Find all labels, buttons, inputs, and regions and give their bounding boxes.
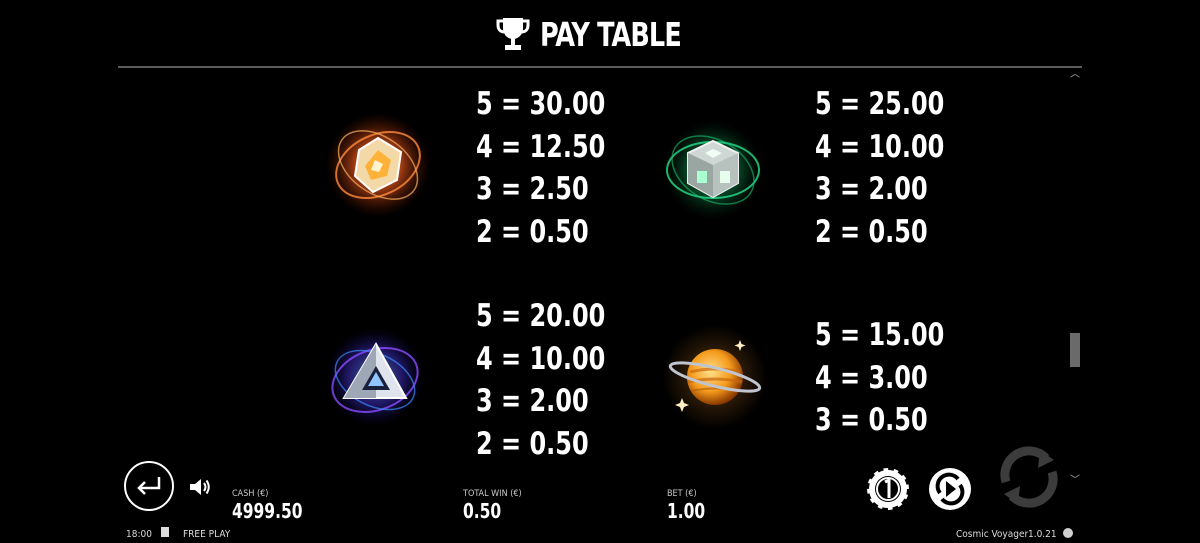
return-arrow-icon bbox=[137, 477, 161, 495]
payout-list-orange-planet: 5 = 15.00 4 = 3.00 3 = 0.50 bbox=[815, 314, 944, 442]
cash-label: CASH (€) bbox=[232, 489, 269, 499]
payout-line: 2 = 0.50 bbox=[815, 213, 928, 250]
payout-line: 2 = 0.50 bbox=[476, 425, 589, 462]
header: PAY TABLE bbox=[0, 12, 1200, 56]
scrollbar[interactable]: ︿ ﹀ bbox=[1068, 68, 1082, 488]
back-button[interactable] bbox=[124, 461, 174, 511]
payout-line: 5 = 20.00 bbox=[476, 298, 606, 334]
cash-value: 4999.50 bbox=[232, 499, 303, 523]
total-win-label: TOTAL WIN (€) bbox=[463, 489, 522, 499]
payout-line: 3 = 2.00 bbox=[476, 383, 589, 419]
scroll-up-arrow-icon[interactable]: ︿ bbox=[1068, 68, 1082, 82]
payout-list-orange-crystal: 5 = 30.00 4 = 12.50 3 = 2.50 2 = 0.50 bbox=[476, 83, 605, 253]
cash-display: CASH (€) 4999.50 bbox=[232, 489, 314, 523]
clock: 18:00 bbox=[126, 529, 152, 540]
green-cube-icon bbox=[663, 120, 763, 220]
page-title: PAY TABLE bbox=[540, 14, 682, 54]
info-icon[interactable] bbox=[1063, 528, 1073, 538]
payout-line: 3 = 0.50 bbox=[815, 402, 928, 438]
payout-line: 4 = 12.50 bbox=[476, 128, 606, 165]
game-version: 1.0.21 bbox=[1028, 529, 1057, 540]
bet-label: BET (€) bbox=[667, 489, 697, 499]
payout-line: 2 = 0.50 bbox=[476, 213, 589, 250]
payout-line: 5 = 30.00 bbox=[476, 86, 606, 122]
play-mode: FREE PLAY bbox=[183, 529, 231, 540]
sound-icon[interactable] bbox=[188, 476, 212, 498]
bet-value: 1.00 bbox=[667, 499, 706, 523]
spin-button[interactable] bbox=[996, 446, 1062, 508]
autoplay-button[interactable] bbox=[928, 467, 972, 511]
total-win-value: 0.50 bbox=[463, 499, 502, 523]
payout-line: 5 = 25.00 bbox=[815, 86, 945, 122]
bet-chip-button[interactable] bbox=[866, 467, 910, 511]
scrollbar-thumb[interactable] bbox=[1070, 333, 1080, 367]
scroll-down-arrow-icon[interactable]: ﹀ bbox=[1068, 474, 1082, 488]
payout-list-blue-pyramid: 5 = 20.00 4 = 10.00 3 = 2.00 2 = 0.50 bbox=[476, 295, 605, 465]
payout-line: 4 = 10.00 bbox=[815, 128, 945, 165]
payout-list-green-cube: 5 = 25.00 4 = 10.00 3 = 2.00 2 = 0.50 bbox=[815, 83, 944, 253]
payout-line: 3 = 2.50 bbox=[476, 171, 589, 207]
orange-planet-icon bbox=[663, 325, 767, 429]
trophy-icon bbox=[496, 18, 530, 50]
history-icon[interactable] bbox=[161, 527, 169, 537]
payout-line: 4 = 3.00 bbox=[815, 359, 928, 396]
header-divider bbox=[118, 66, 1082, 68]
game-name: Cosmic Voyager bbox=[956, 529, 1029, 540]
bet-display: BET (€) 1.00 bbox=[667, 489, 711, 523]
total-win-display: TOTAL WIN (€) 0.50 bbox=[463, 489, 522, 523]
orange-crystal-icon bbox=[326, 113, 430, 217]
payout-line: 4 = 10.00 bbox=[476, 340, 606, 377]
blue-pyramid-icon bbox=[325, 327, 425, 427]
payout-line: 3 = 2.00 bbox=[815, 171, 928, 207]
status-bar: 18:00 FREE PLAY Cosmic Voyager 1.0.21 bbox=[0, 526, 1200, 543]
payout-line: 5 = 15.00 bbox=[815, 317, 945, 353]
